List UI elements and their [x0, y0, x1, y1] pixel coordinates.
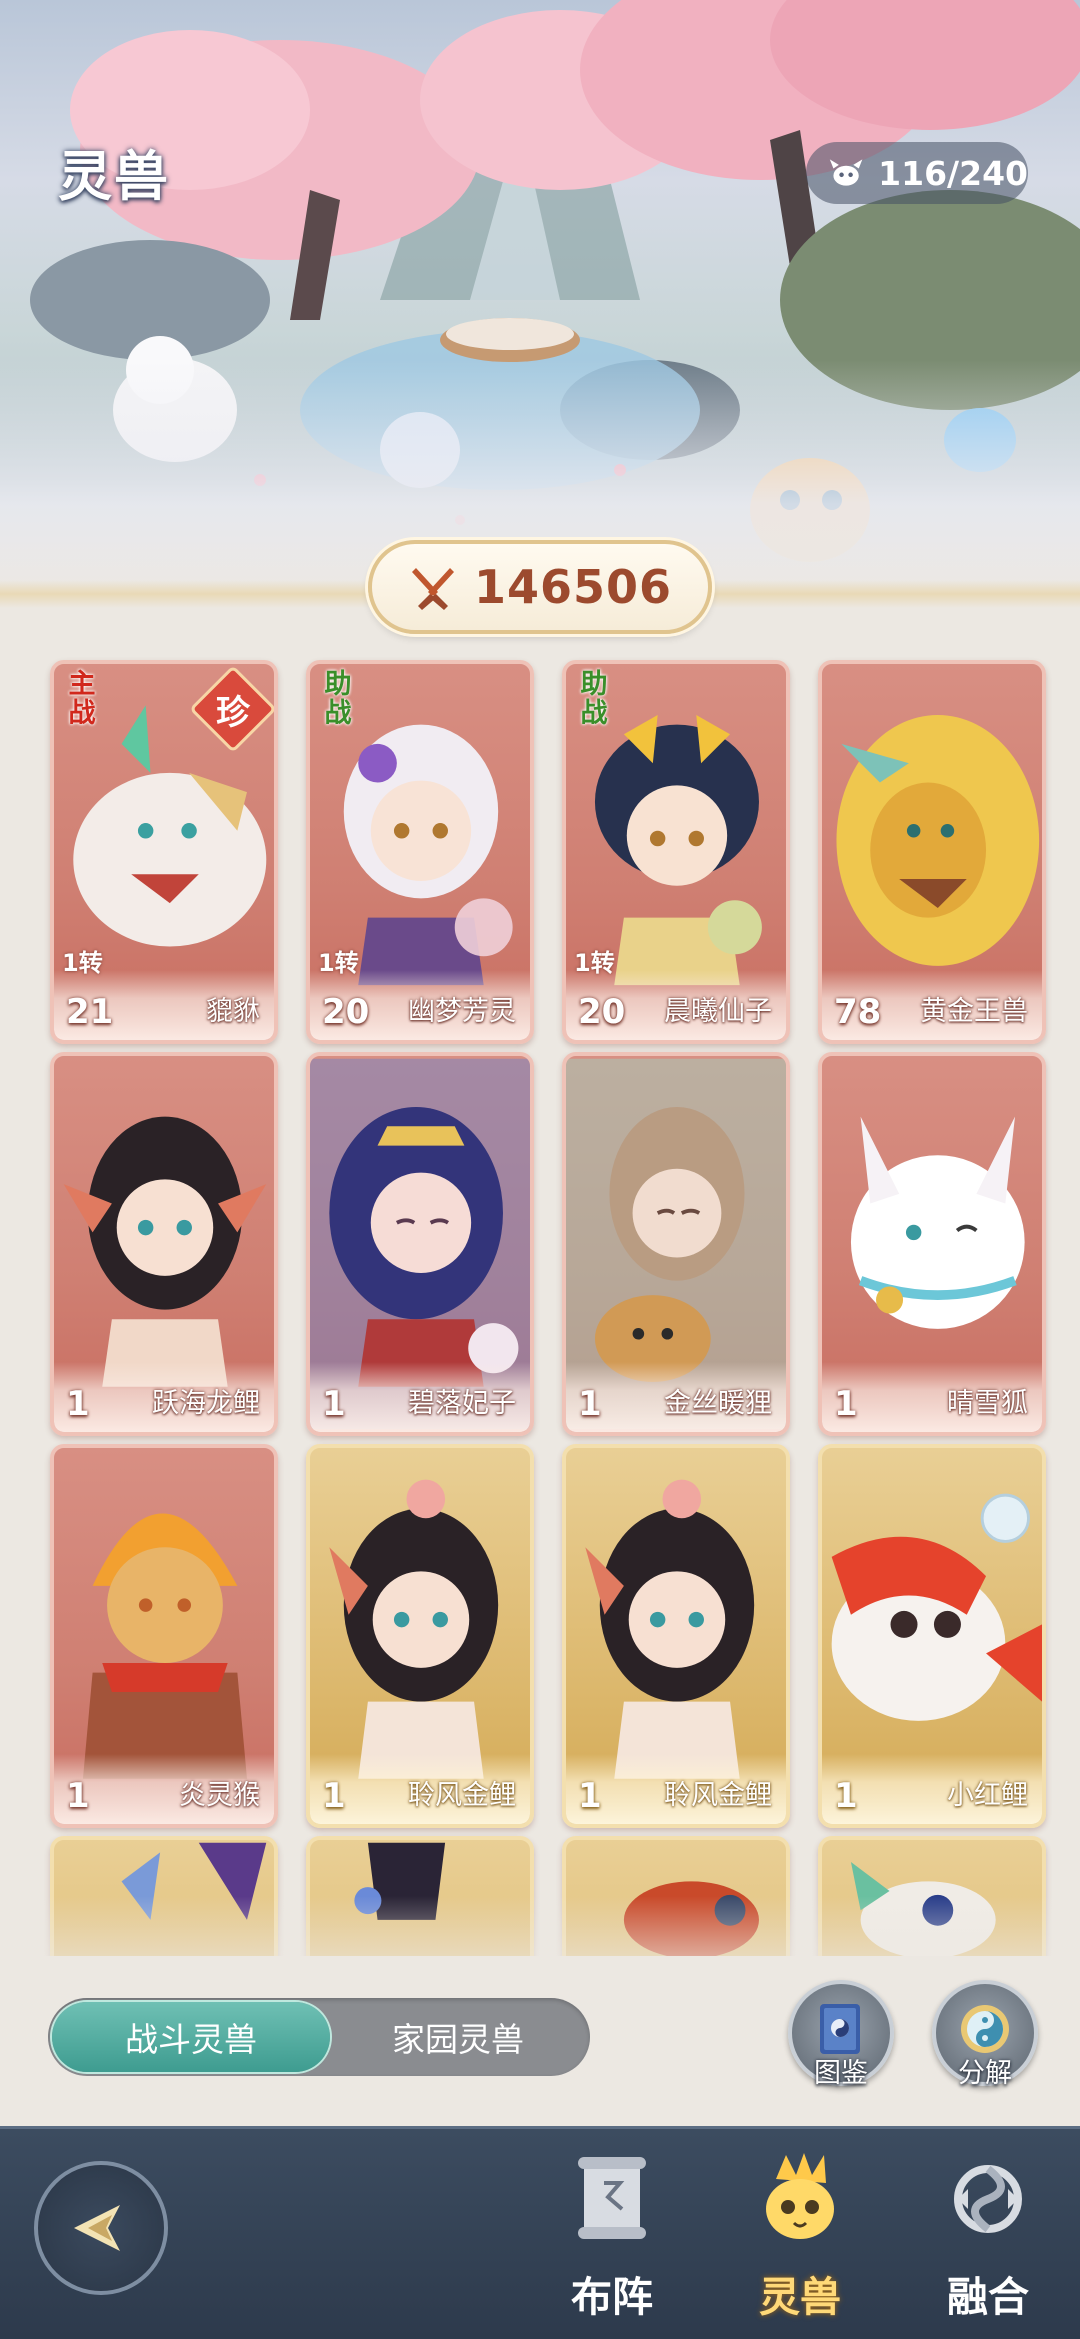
garden-scene-banner [0, 0, 1080, 600]
beast-name: 幽梦芳灵 [408, 996, 516, 1027]
back-arrow-icon [74, 2205, 120, 2251]
beast-level: 20 [322, 992, 370, 1032]
beast-card[interactable]: 1 跃海龙鲤 [50, 1052, 278, 1436]
page-title: 灵兽 [58, 145, 170, 208]
beast-card[interactable]: 助战 1转 20 晨曦仙子 [562, 660, 790, 1044]
beast-card-grid: 主战 珍 1转 21 貔貅 助战 1转 20 幽梦芳灵 助战 1转 20 晨曦仙… [0, 640, 1080, 1956]
fusion-swirl-icon [954, 2165, 1022, 2233]
beast-name: 聆风金鲤 [664, 1780, 772, 1811]
beast-name: 跃海龙鲤 [152, 1388, 260, 1419]
nav-beasts[interactable]: 灵兽 [730, 2149, 870, 2329]
beast-name: 貔貅 [206, 996, 260, 1027]
beast-name: 黄金王兽 [920, 996, 1028, 1027]
rebirth-tag: 1转 [318, 949, 359, 977]
decompose-label: 分解 [958, 2058, 1012, 2089]
atlas-label: 图鉴 [814, 2058, 868, 2089]
beast-card[interactable]: 1 碧落妃子 [306, 1052, 534, 1436]
bottom-navigation: 布阵 灵兽 融合 [0, 2126, 1080, 2339]
beast-card[interactable]: 1 炎灵猴 [50, 1444, 278, 1828]
rebirth-tag: 1转 [62, 949, 103, 977]
assist-battle-tag: 助战 [324, 669, 352, 729]
tab-home-beasts[interactable]: 家园灵兽 [330, 2002, 586, 2072]
tab-combat-beasts[interactable]: 战斗灵兽 [52, 2002, 330, 2072]
beast-name: 炎灵猴 [179, 1780, 260, 1811]
beast-card[interactable]: 助战 1转 20 幽梦芳灵 [306, 660, 534, 1044]
nav-formation[interactable]: 布阵 [542, 2149, 682, 2329]
beast-level: 1 [834, 1776, 858, 1816]
nav-formation-label: 布阵 [571, 2273, 653, 2321]
beast-card[interactable]: 1 小红鲤 [818, 1444, 1046, 1828]
spirit-beast-screen: 灵兽 116/240 146506 主战 珍 1转 21 貔貅 助战 1转 20… [0, 0, 1080, 2339]
beast-level: 21 [66, 992, 114, 1032]
beast-name: 晴雪狐 [947, 1388, 1028, 1419]
rare-badge-text: 珍 [216, 692, 250, 733]
beast-head-icon [829, 159, 863, 186]
atlas-button[interactable]: 图鉴 [788, 1980, 894, 2089]
beast-type-tabs: 战斗灵兽 家园灵兽 [48, 1998, 590, 2076]
beast-name: 聆风金鲤 [408, 1780, 516, 1811]
beast-card[interactable]: 1 聆风金鲤 [562, 1444, 790, 1828]
combat-power-badge: 146506 [368, 540, 712, 634]
back-button[interactable] [34, 2161, 168, 2295]
nav-fusion-label: 融合 [947, 2273, 1029, 2321]
beast-level: 1 [578, 1384, 602, 1424]
main-battle-tag: 主战 [68, 669, 96, 729]
beast-card[interactable]: 1 晴雪狐 [818, 1052, 1046, 1436]
scroll-icon [578, 2157, 646, 2239]
combat-power-value: 146506 [473, 560, 673, 614]
beast-name: 小红鲤 [947, 1780, 1028, 1811]
beast-level: 1 [322, 1776, 346, 1816]
beast-name: 碧落妃子 [408, 1388, 516, 1419]
assist-battle-tag: 助战 [580, 669, 608, 729]
beast-capacity-counter: 116/240 [806, 142, 1028, 204]
beast-card[interactable]: 1 聆风金鲤 [306, 1444, 534, 1828]
capacity-text: 116/240 [878, 153, 1028, 193]
nav-fusion[interactable]: 融合 [918, 2149, 1058, 2329]
crossed-swords-icon [411, 568, 454, 610]
nav-beasts-label: 灵兽 [759, 2273, 841, 2321]
beast-level: 78 [834, 992, 882, 1032]
beast-level: 1 [834, 1384, 858, 1424]
beast-level: 1 [578, 1776, 602, 1816]
rebirth-tag: 1转 [574, 949, 615, 977]
beast-level: 20 [578, 992, 626, 1032]
beast-level: 1 [66, 1776, 90, 1816]
beast-card[interactable]: 主战 珍 1转 21 貔貅 [50, 660, 278, 1044]
beast-level: 1 [66, 1384, 90, 1424]
beast-card[interactable]: 78 黄金王兽 [818, 660, 1046, 1044]
beast-card[interactable]: 1 金丝暖狸 [562, 1052, 790, 1436]
spirit-beast-icon [766, 2153, 834, 2239]
beast-level: 1 [322, 1384, 346, 1424]
grid-scroll-fade [0, 1896, 1080, 1956]
beast-name: 金丝暖狸 [664, 1388, 772, 1419]
beast-name: 晨曦仙子 [664, 996, 772, 1027]
decompose-button[interactable]: 分解 [932, 1980, 1038, 2089]
